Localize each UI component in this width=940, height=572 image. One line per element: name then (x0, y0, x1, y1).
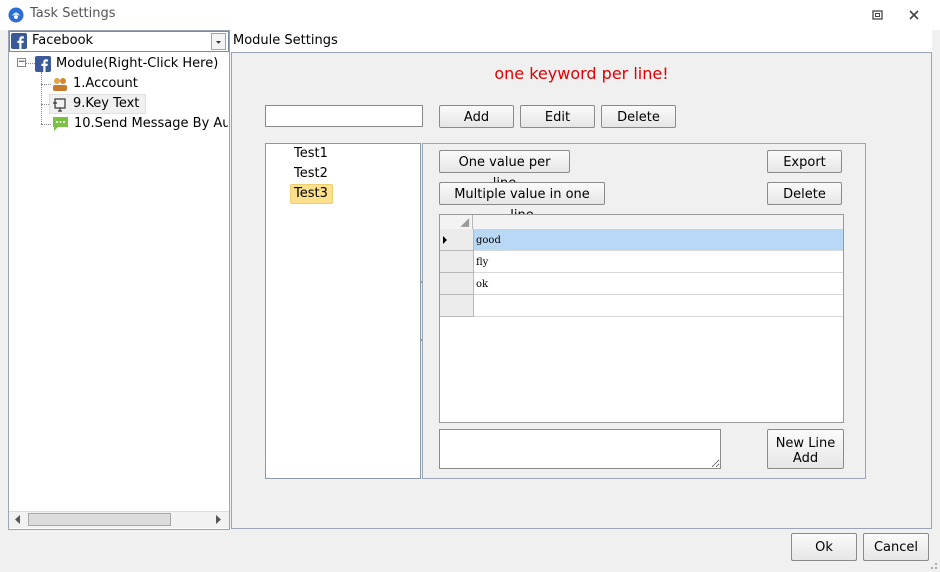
row-header[interactable] (440, 273, 474, 295)
grid-cell[interactable]: ok (476, 279, 488, 290)
multiple-value-button[interactable]: Multiple value in one line (439, 182, 605, 223)
window-title: Task Settings (30, 6, 116, 21)
keyword-input[interactable] (265, 105, 423, 127)
module-settings-title: Module Settings (233, 33, 338, 48)
key-text-icon (53, 98, 66, 112)
grid-select-all-icon[interactable] (440, 215, 473, 230)
export-button[interactable]: Export (767, 150, 842, 173)
delete-values-button[interactable]: Delete (767, 182, 842, 205)
table-row[interactable] (440, 251, 843, 273)
ok-button[interactable]: Ok (791, 533, 857, 561)
new-line-add-label: Add (792, 450, 819, 466)
tree-item-key-text[interactable]: 9.Key Text (73, 96, 139, 111)
list-item[interactable]: Test2 (294, 166, 328, 181)
scroll-left-icon[interactable] (10, 512, 26, 527)
new-line-add-label: New Line (775, 435, 836, 451)
facebook-icon (11, 33, 27, 49)
cancel-button[interactable]: Cancel (863, 533, 929, 561)
table-row[interactable] (440, 273, 843, 295)
row-header[interactable] (440, 251, 474, 273)
list-item-selected[interactable]: Test3 (294, 186, 328, 201)
tree-root-label[interactable]: Module(Right-Click Here) (56, 56, 218, 71)
grid-header (440, 215, 843, 230)
platform-combo-value: Facebook (32, 33, 94, 48)
chevron-down-icon[interactable] (211, 33, 226, 50)
new-line-input[interactable] (439, 429, 721, 469)
tree-item-account[interactable]: 1.Account (73, 76, 138, 91)
title-bar (0, 0, 940, 30)
close-icon[interactable] (902, 6, 926, 24)
add-button[interactable]: Add (439, 105, 514, 128)
collapse-icon[interactable]: − (17, 58, 26, 67)
list-item[interactable]: Test1 (294, 146, 328, 161)
scrollbar-thumb[interactable] (28, 513, 171, 526)
grid-cell[interactable]: fly (476, 257, 488, 268)
delete-button[interactable]: Delete (601, 105, 676, 128)
hint-text: one keyword per line! (494, 64, 669, 83)
one-value-per-line-button[interactable]: One value per line (439, 150, 570, 191)
table-row-new[interactable] (440, 295, 843, 317)
maximize-icon[interactable] (868, 6, 888, 24)
account-icon (53, 78, 67, 91)
grid-cell[interactable]: good (476, 235, 501, 246)
scroll-right-icon[interactable] (210, 512, 226, 527)
message-icon (53, 117, 68, 131)
current-row-icon (443, 236, 447, 244)
tree-item-send-message[interactable]: 10.Send Message By Auto (74, 116, 228, 131)
row-header[interactable] (440, 295, 474, 317)
app-icon (8, 7, 24, 23)
new-line-add-button[interactable]: New Line Add (767, 429, 844, 469)
resize-grip-icon[interactable] (926, 558, 938, 570)
facebook-icon (35, 56, 51, 72)
edit-button[interactable]: Edit (520, 105, 595, 128)
keyword-list[interactable] (265, 143, 421, 479)
